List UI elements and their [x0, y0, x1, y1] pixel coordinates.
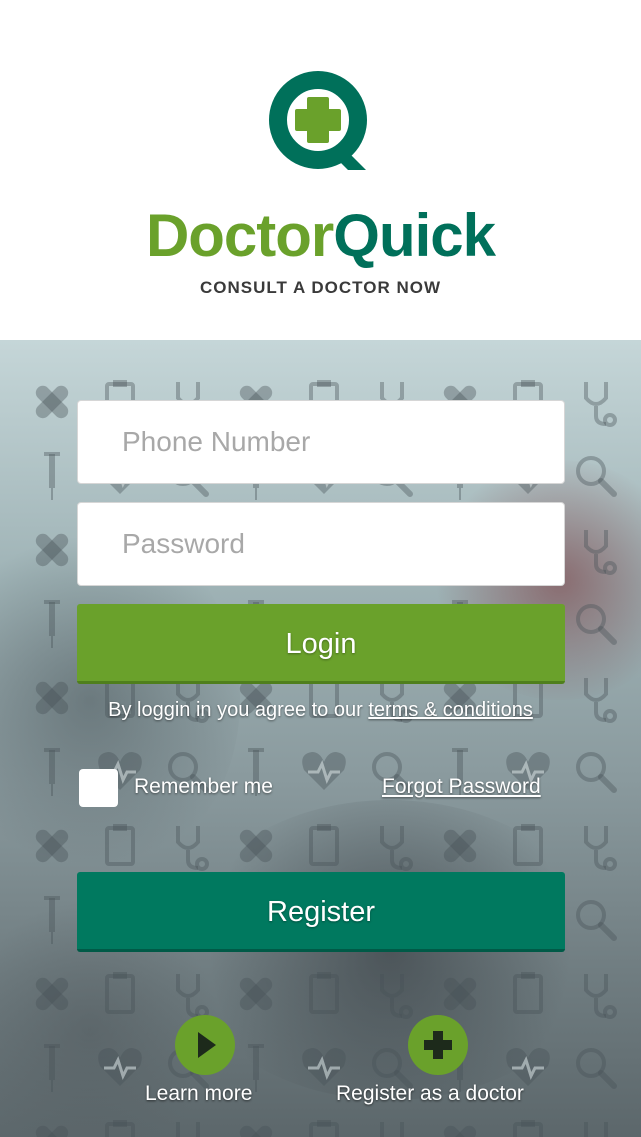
clipboard-pattern-icon — [513, 824, 543, 866]
clipboard-pattern-icon — [513, 1120, 543, 1137]
stetho-pattern-icon — [584, 382, 617, 427]
stetho-pattern-icon — [584, 974, 617, 1019]
learn-more-button[interactable] — [175, 1015, 235, 1075]
app-name-doctor: Doctor — [145, 202, 334, 269]
app-name-quick: Quick — [333, 202, 496, 269]
clipboard-pattern-icon — [105, 972, 135, 1014]
app-name: DoctorQuick — [0, 200, 641, 272]
clipboard-pattern-icon — [105, 824, 135, 866]
bandage-pattern-icon — [35, 1125, 69, 1137]
magnifier-pattern-icon — [576, 900, 617, 941]
remember-me-label[interactable]: Remember me — [134, 775, 273, 799]
stetho-pattern-icon — [584, 530, 617, 575]
clipboard-pattern-icon — [513, 972, 543, 1014]
syringe-pattern-icon — [44, 748, 60, 796]
stetho-pattern-icon — [584, 826, 617, 871]
clipboard-pattern-icon — [309, 824, 339, 866]
bandage-pattern-icon — [239, 1125, 273, 1137]
stetho-pattern-icon — [380, 1122, 404, 1137]
bandage-pattern-icon — [443, 977, 477, 1011]
register-doctor-button[interactable] — [408, 1015, 468, 1075]
heart-pattern-icon — [98, 1048, 142, 1086]
bandage-pattern-icon — [239, 829, 273, 863]
phone-number-input[interactable] — [78, 401, 564, 483]
bandage-pattern-icon — [443, 1125, 477, 1137]
doctorquick-logo-icon — [269, 71, 367, 170]
stetho-pattern-icon — [176, 974, 209, 1019]
forgot-password-link[interactable]: Forgot Password — [382, 775, 541, 799]
password-field[interactable] — [77, 502, 565, 586]
password-input[interactable] — [78, 503, 564, 585]
terms-link[interactable]: terms & conditions — [368, 699, 533, 721]
bandage-pattern-icon — [35, 385, 69, 419]
stetho-pattern-icon — [176, 826, 209, 871]
syringe-pattern-icon — [44, 1044, 60, 1092]
stetho-pattern-icon — [176, 1122, 200, 1137]
bandage-pattern-icon — [35, 829, 69, 863]
magnifier-pattern-icon — [576, 604, 617, 645]
magnifier-pattern-icon — [576, 456, 617, 497]
magnifier-pattern-icon — [372, 1048, 413, 1089]
magnifier-pattern-icon — [576, 1048, 617, 1089]
bandage-pattern-icon — [35, 977, 69, 1011]
register-doctor-label[interactable]: Register as a doctor — [336, 1082, 524, 1106]
clipboard-pattern-icon — [309, 1120, 339, 1137]
bandage-pattern-icon — [239, 977, 273, 1011]
login-button[interactable]: Login — [77, 604, 565, 684]
stetho-pattern-icon — [380, 826, 413, 871]
bandage-pattern-icon — [443, 829, 477, 863]
clipboard-pattern-icon — [309, 972, 339, 1014]
stetho-pattern-icon — [380, 974, 413, 1019]
tagline: CONSULT A DOCTOR NOW — [200, 278, 441, 297]
header: DoctorQuick CONSULT A DOCTOR NOW — [0, 0, 641, 340]
remember-me-checkbox[interactable] — [79, 769, 118, 807]
stetho-pattern-icon — [584, 1122, 608, 1137]
heart-pattern-icon — [302, 1048, 346, 1086]
syringe-pattern-icon — [44, 896, 60, 944]
play-icon — [198, 1032, 216, 1058]
syringe-pattern-icon — [44, 452, 60, 500]
terms-prefix: By loggin in you agree to our — [108, 699, 369, 721]
clipboard-pattern-icon — [105, 1120, 135, 1137]
terms-notice: By loggin in you agree to our terms & co… — [0, 699, 641, 722]
plus-icon — [424, 1031, 452, 1059]
heart-pattern-icon — [506, 1048, 550, 1086]
heart-pattern-icon — [302, 752, 346, 790]
learn-more-label[interactable]: Learn more — [145, 1082, 252, 1106]
bandage-pattern-icon — [35, 533, 69, 567]
phone-number-field[interactable] — [77, 400, 565, 484]
syringe-pattern-icon — [44, 600, 60, 648]
register-button[interactable]: Register — [77, 872, 565, 952]
magnifier-pattern-icon — [576, 752, 617, 793]
